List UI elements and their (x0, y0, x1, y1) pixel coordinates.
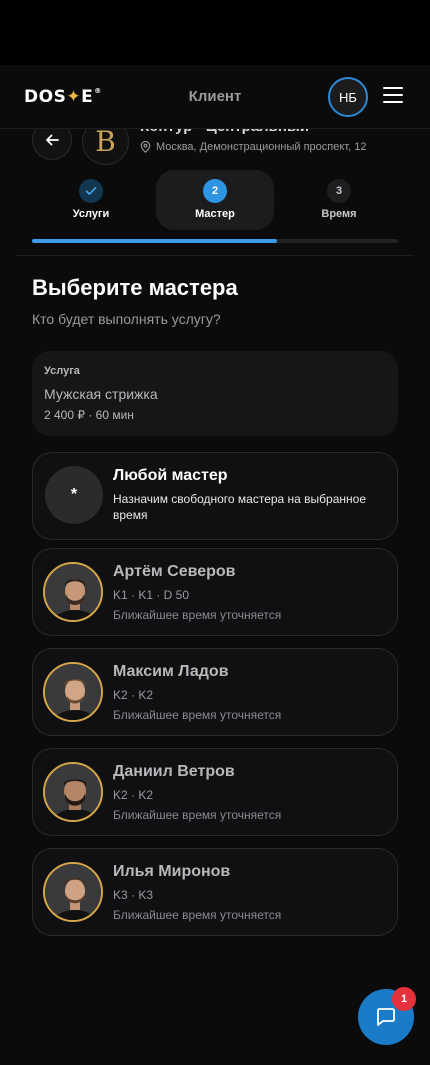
master-levels: K3 · K3 (113, 888, 154, 902)
page-title: Выберите мастера (32, 275, 238, 300)
master-availability: Ближайшее время уточняется (113, 808, 282, 822)
master-avatar (43, 862, 103, 922)
master-card[interactable]: Максим Ладов K2 · K2 Ближайшее время уто… (32, 648, 398, 736)
step-services[interactable]: Услуги (32, 170, 150, 230)
master-name: Даниил Ветров (113, 763, 235, 780)
status-bar (0, 0, 430, 65)
booking-steps: Услуги 2 Мастер 3 Время (32, 170, 398, 230)
step-master[interactable]: 2 Мастер (156, 170, 274, 230)
service-label: Услуга (44, 365, 80, 377)
master-levels: K2 · K2 (113, 788, 154, 802)
location-pin-icon (140, 141, 151, 153)
master-name: Илья Миронов (113, 863, 231, 880)
master-availability: Ближайшее время уточняется (113, 708, 282, 722)
check-icon (79, 179, 103, 203)
master-card[interactable]: Илья Миронов K3 · K3 Ближайшее время уто… (32, 848, 398, 936)
chat-unread-badge: 1 (392, 987, 416, 1011)
master-availability: Ближайшее время уточняется (113, 908, 282, 922)
arrow-left-icon (46, 134, 59, 146)
progress-fill (32, 239, 278, 243)
step-time-number: 3 (327, 179, 351, 203)
divider (16, 255, 414, 256)
master-avatar (43, 662, 103, 722)
master-availability: Ближайшее время уточняется (113, 608, 282, 622)
salon-address-text: Москва, Демонстрационный проспект, 12 (156, 141, 367, 153)
master-card[interactable]: Даниил Ветров K2 · K2 Ближайшее время ут… (32, 748, 398, 836)
step-master-number: 2 (203, 179, 227, 203)
master-levels: K2 · K2 (113, 688, 154, 702)
master-name: Максим Ладов (113, 663, 229, 680)
service-summary-card: Услуга Мужская стрижка 2 400 ₽ · 60 мин (32, 351, 398, 436)
hamburger-menu-icon[interactable] (383, 87, 403, 105)
service-meta: 2 400 ₽ · 60 мин (44, 408, 134, 422)
page-subtitle: Кто будет выполнять услугу? (32, 311, 221, 327)
step-services-label: Услуги (72, 208, 110, 220)
master-avatar (43, 762, 103, 822)
any-master-avatar: * (45, 466, 103, 524)
any-master-name: Любой мастер (113, 467, 228, 484)
any-master-card[interactable]: * Любой мастер Назначим свободного масте… (32, 452, 398, 540)
step-time[interactable]: 3 Время (280, 170, 398, 230)
service-name: Мужская стрижка (44, 386, 158, 402)
progress-bar (32, 239, 398, 243)
any-master-description: Назначим свободного мастера на выбранное… (113, 492, 367, 522)
master-levels: K1 · K1 · D 50 (113, 588, 190, 602)
step-master-label: Мастер (195, 208, 235, 220)
master-avatar (43, 562, 103, 622)
step-time-label: Время (321, 208, 357, 220)
app-header: DOS✦E® Клиент НБ (0, 65, 430, 129)
chat-icon (377, 1008, 395, 1026)
master-card[interactable]: Артём Северов K1 · K1 · D 50 Ближайшее в… (32, 548, 398, 636)
salon-address: Москва, Демонстрационный проспект, 12 (140, 141, 366, 153)
master-name: Артём Северов (113, 563, 236, 580)
user-avatar-button[interactable]: НБ (328, 77, 368, 117)
